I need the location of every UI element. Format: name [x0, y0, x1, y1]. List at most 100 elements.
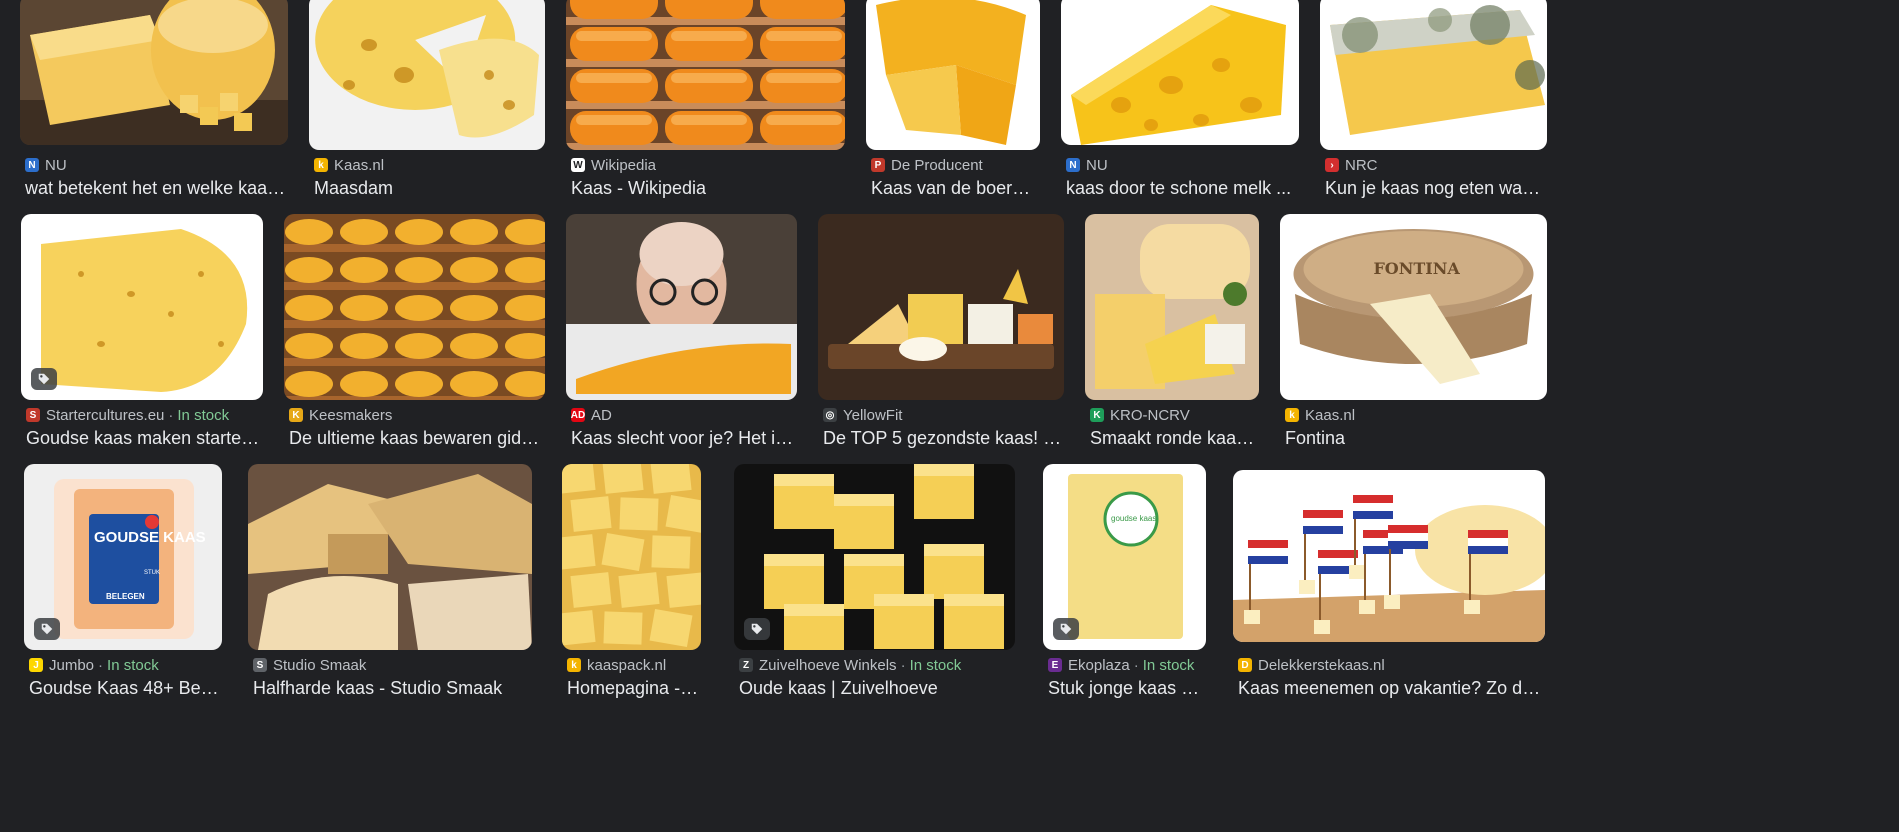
favicon-icon: k: [314, 158, 328, 172]
result-source[interactable]: K Keesmakers: [289, 405, 545, 425]
result-source[interactable]: k Kaas.nl: [314, 155, 545, 175]
result-title[interactable]: Goudse kaas maken starterspakk...: [26, 428, 263, 449]
source-name: Zuivelhoeve Winkels: [759, 656, 897, 674]
result-thumbnail[interactable]: [21, 214, 263, 400]
result-thumbnail[interactable]: [20, 0, 288, 145]
result-title[interactable]: Kaas - Wikipedia: [571, 178, 845, 199]
favicon-icon: k: [567, 658, 581, 672]
svg-text:goudse kaas: goudse kaas: [1111, 514, 1156, 523]
cheese-image: [20, 0, 288, 145]
source-name: NRC: [1345, 156, 1378, 174]
result-source[interactable]: K KRO-NCRV: [1090, 405, 1259, 425]
result-source[interactable]: N NU: [25, 155, 288, 175]
result-thumbnail[interactable]: [566, 0, 845, 150]
result-source[interactable]: S Studio Smaak: [253, 655, 532, 675]
result-thumbnail[interactable]: [1085, 214, 1259, 400]
result-title[interactable]: Halfharde kaas - Studio Smaak: [253, 678, 532, 699]
result-thumbnail[interactable]: [562, 464, 701, 650]
result-thumbnail[interactable]: [734, 464, 1015, 650]
result-source[interactable]: ◎ YellowFit: [823, 405, 1064, 425]
result-title[interactable]: Kun je kaas nog eten waarvan j...: [1325, 178, 1547, 199]
tag-icon: [31, 368, 57, 390]
result-meta: D Delekkerstekaas.nl Kaas meenemen op va…: [1238, 655, 1545, 699]
cheese-image: [248, 464, 532, 650]
cheese-image: [309, 0, 545, 150]
result-title[interactable]: kaas door te schone melk ...: [1066, 178, 1299, 199]
result-source[interactable]: W Wikipedia: [571, 155, 845, 175]
cheese-image: [566, 214, 797, 400]
source-name: Jumbo: [49, 656, 95, 674]
favicon-icon: ◎: [823, 408, 837, 422]
result-meta: S Studio Smaak Halfharde kaas - Studio S…: [253, 655, 532, 699]
result-thumbnail[interactable]: [1061, 0, 1299, 145]
cheese-image: FONTINA: [1280, 214, 1547, 400]
result-title[interactable]: Kaas van de boerderij –...: [871, 178, 1040, 199]
result-meta: J Jumbo ·In stock Goudse Kaas 48+ Belege…: [29, 655, 222, 699]
result-source[interactable]: k kaaspack.nl: [567, 655, 701, 675]
in-stock-badge: In stock: [909, 656, 962, 674]
result-title[interactable]: Kaas meenemen op vakantie? Zo doe je: [1238, 678, 1545, 699]
result-thumbnail[interactable]: [248, 464, 532, 650]
result-meta: S Startercultures.eu · In stock Goudse ka…: [26, 405, 263, 449]
in-stock-badge: In stock: [177, 406, 230, 424]
tag-icon: [1053, 618, 1079, 640]
separator: ·: [900, 656, 906, 674]
result-title[interactable]: Smaakt ronde kaas bet...: [1090, 428, 1259, 449]
source-name: NU: [1086, 156, 1108, 174]
favicon-icon: D: [1238, 658, 1252, 672]
result-thumbnail[interactable]: GOUDSE KAAS BELEGEN STUK: [24, 464, 222, 650]
result-meta: Z Zuivelhoeve Winkels · In stock Oude kaa…: [739, 655, 1015, 699]
result-title[interactable]: De ultieme kaas bewaren gids - Kee...: [289, 428, 545, 449]
favicon-icon: Z: [739, 658, 753, 672]
result-thumbnail[interactable]: goudse kaas: [1043, 464, 1206, 650]
result-thumbnail[interactable]: FONTINA: [1280, 214, 1547, 400]
result-meta: k kaaspack.nl Homepagina - Kaas-: [567, 655, 701, 699]
cheese-image: [21, 214, 263, 400]
separator: ·: [1133, 656, 1139, 674]
result-thumbnail[interactable]: [866, 0, 1040, 150]
result-source[interactable]: Z Zuivelhoeve Winkels · In stock: [739, 655, 1015, 675]
result-title[interactable]: De TOP 5 gezondste kaas! Dit is d...: [823, 428, 1064, 449]
result-source[interactable]: S Startercultures.eu · In stock: [26, 405, 263, 425]
result-source[interactable]: E Ekoplaza · In stock: [1048, 655, 1206, 675]
result-title[interactable]: Maasdam: [314, 178, 545, 199]
favicon-icon: K: [289, 408, 303, 422]
result-thumbnail[interactable]: [284, 214, 545, 400]
source-name: Kaas.nl: [334, 156, 385, 174]
result-title[interactable]: Oude kaas | Zuivelhoeve: [739, 678, 1015, 699]
result-title[interactable]: Kaas slecht voor je? Het is juist ...: [571, 428, 797, 449]
result-source[interactable]: P De Producent: [871, 155, 1040, 175]
source-name: KRO-NCRV: [1110, 406, 1190, 424]
result-title[interactable]: Fontina: [1285, 428, 1547, 449]
result-source[interactable]: D Delekkerstekaas.nl: [1238, 655, 1545, 675]
tag-icon: [34, 618, 60, 640]
favicon-icon: P: [871, 158, 885, 172]
result-thumbnail[interactable]: [309, 0, 545, 150]
favicon-icon: S: [253, 658, 267, 672]
result-meta: › NRC Kun je kaas nog eten waarvan j...: [1325, 155, 1547, 199]
result-source[interactable]: › NRC: [1325, 155, 1547, 175]
result-thumbnail[interactable]: [566, 214, 797, 400]
tag-icon: [744, 618, 770, 640]
result-title[interactable]: Goudse Kaas 48+ Belegen: [29, 678, 222, 699]
svg-text:BELEGEN: BELEGEN: [106, 592, 145, 601]
source-name: Kaas.nl: [1305, 406, 1356, 424]
result-source[interactable]: AD AD: [571, 405, 797, 425]
result-source[interactable]: J Jumbo · In stock: [29, 655, 222, 675]
result-source[interactable]: N NU: [1066, 155, 1299, 175]
result-thumbnail[interactable]: [818, 214, 1064, 400]
result-source[interactable]: k Kaas.nl: [1285, 405, 1547, 425]
favicon-icon: K: [1090, 408, 1104, 422]
result-title[interactable]: Stuk jonge kaas 50+: [1048, 678, 1206, 699]
result-title[interactable]: Homepagina - Kaas-: [567, 678, 701, 699]
favicon-icon: E: [1048, 658, 1062, 672]
svg-text:STUK: STUK: [144, 570, 160, 576]
cheese-image: [818, 214, 1064, 400]
result-thumbnail[interactable]: [1320, 0, 1547, 150]
result-thumbnail[interactable]: [1233, 470, 1545, 642]
result-title[interactable]: wat betekent het en welke kaas kun j...: [25, 178, 288, 199]
cheese-image: [1061, 0, 1299, 145]
favicon-icon: AD: [571, 408, 586, 422]
cheese-image: [866, 0, 1040, 150]
source-name: Studio Smaak: [273, 656, 367, 674]
